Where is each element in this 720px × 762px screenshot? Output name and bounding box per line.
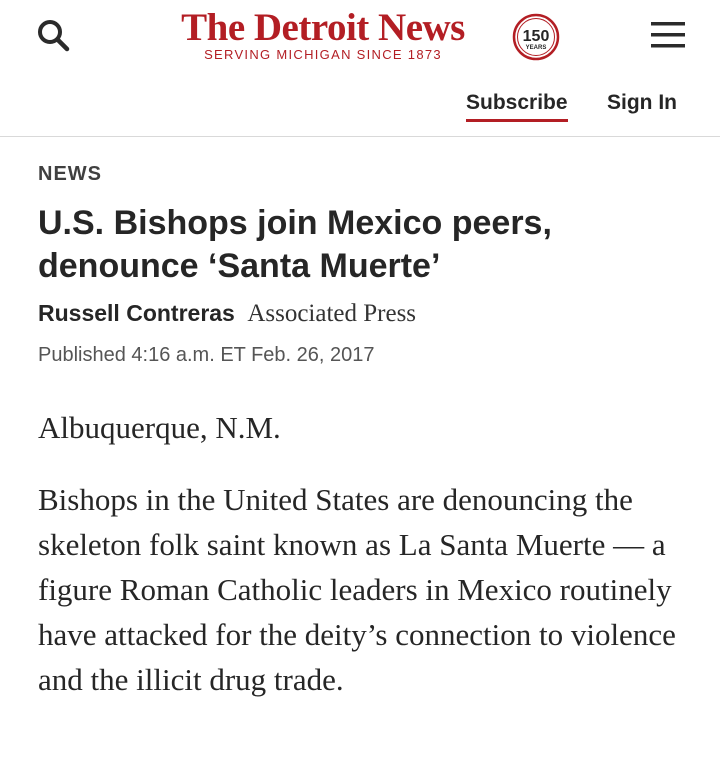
search-button[interactable] [34,16,74,56]
published-date: Published 4:16 a.m. ET Feb. 26, 2017 [38,344,375,366]
dateline: Albuquerque, N.M. [38,410,281,445]
hamburger-menu-icon [651,22,685,48]
anniversary-number: 150 [523,28,550,45]
anniversary-label: YEARS [526,45,547,51]
anniversary-badge: 150 YEARS [512,13,560,61]
site-logo[interactable]: The Detroit News SERVING MICHIGAN SINCE … [158,6,488,66]
search-icon [38,20,70,52]
subscribe-link[interactable]: Subscribe [466,89,568,122]
article-paragraph: Bishops in the United States are denounc… [38,482,676,697]
byline: Russell Contreras Associated Press [38,300,416,328]
account-links: Subscribe Sign In [0,84,720,134]
top-bar: The Detroit News SERVING MICHIGAN SINCE … [0,0,720,80]
sign-in-link[interactable]: Sign In [607,89,677,117]
header-divider [0,136,720,137]
menu-button[interactable] [648,18,688,52]
section-label[interactable]: NEWS [38,160,102,188]
article-headline: U.S. Bishops join Mexico peers, denounce… [38,204,552,285]
author-name[interactable]: Russell Contreras [38,300,235,326]
logo-tagline: SERVING MICHIGAN SINCE 1873 [204,47,442,62]
news-agency: Associated Press [247,300,417,327]
logo-title: The Detroit News [181,6,465,49]
